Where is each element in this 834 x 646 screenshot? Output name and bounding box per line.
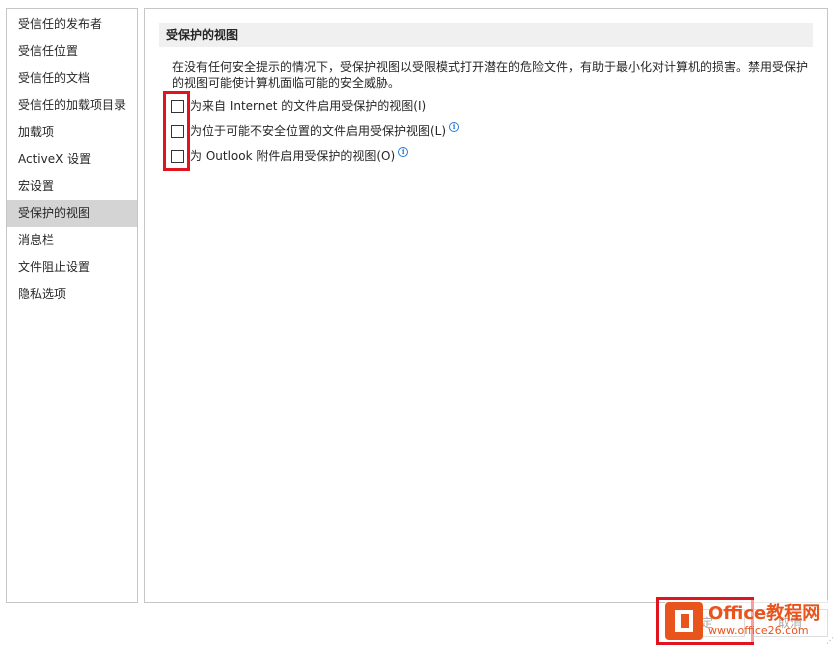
sidebar-item-addins[interactable]: 加载项 [7, 119, 137, 146]
protected-view-panel: 受保护的视图 在没有任何安全提示的情况下，受保护视图以受限模式打开潜在的危险文件… [144, 8, 828, 603]
sidebar-item-file-block-settings[interactable]: 文件阻止设置 [7, 254, 137, 281]
watermark-url: www.office26.com [708, 624, 809, 637]
sidebar-item-protected-view[interactable]: 受保护的视图 [7, 200, 137, 227]
resize-grip-icon[interactable]: ⋰ [826, 637, 834, 645]
trust-center-sidebar: 受信任的发布者 受信任位置 受信任的文档 受信任的加载项目录 加载项 Activ… [6, 8, 138, 603]
info-icon[interactable]: i [449, 122, 460, 132]
internet-files-label[interactable]: 为来自 Internet 的文件启用受保护的视图(I) [190, 98, 426, 114]
option-outlook-attachments[interactable]: 为 Outlook 附件启用受保护的视图(O) i [171, 147, 409, 164]
unsafe-locations-label[interactable]: 为位于可能不安全位置的文件启用受保护视图(L) [190, 123, 446, 139]
sidebar-item-message-bar[interactable]: 消息栏 [7, 227, 137, 254]
section-title: 受保护的视图 [159, 23, 813, 47]
option-unsafe-locations[interactable]: 为位于可能不安全位置的文件启用受保护视图(L) i [171, 122, 460, 139]
watermark-title: Office教程网 [708, 603, 821, 624]
sidebar-item-macro-settings[interactable]: 宏设置 [7, 173, 137, 200]
option-internet-files[interactable]: 为来自 Internet 的文件启用受保护的视图(I) [171, 98, 426, 114]
sidebar-item-trusted-documents[interactable]: 受信任的文档 [7, 65, 137, 92]
sidebar-item-trusted-publishers[interactable]: 受信任的发布者 [7, 11, 137, 38]
outlook-attachments-label[interactable]: 为 Outlook 附件启用受保护的视图(O) [190, 148, 395, 164]
office-logo-icon [665, 602, 703, 640]
watermark-text: Office教程网 www.office26.com [708, 604, 820, 638]
info-icon[interactable]: i [398, 147, 409, 157]
watermark-logo: Office教程网 www.office26.com [665, 600, 833, 642]
sidebar-item-trusted-addin-catalogs[interactable]: 受信任的加载项目录 [7, 92, 137, 119]
section-description: 在没有任何安全提示的情况下，受保护视图以受限模式打开潜在的危险文件，有助于最小化… [172, 60, 809, 90]
sidebar-item-privacy-options[interactable]: 隐私选项 [7, 281, 137, 308]
sidebar-item-trusted-locations[interactable]: 受信任位置 [7, 38, 137, 65]
checkbox-highlight-box [163, 91, 190, 171]
sidebar-item-activex-settings[interactable]: ActiveX 设置 [7, 146, 137, 173]
